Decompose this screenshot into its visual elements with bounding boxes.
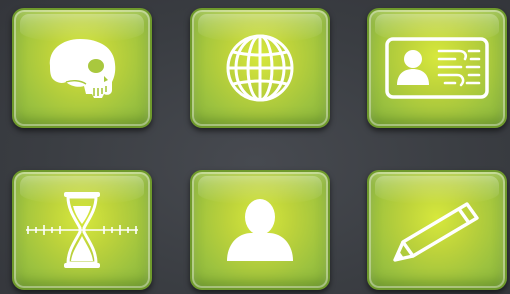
globe-icon	[226, 34, 294, 102]
id-card-tile-button[interactable]	[367, 8, 507, 128]
user-tile-button[interactable]	[190, 170, 330, 290]
skull-icon	[49, 39, 116, 98]
globe-tile-button[interactable]	[190, 8, 330, 128]
hourglass-ruler-icon	[26, 192, 138, 268]
icon-grid	[0, 0, 510, 294]
pencil-tile-button[interactable]	[367, 170, 507, 290]
id-card-icon	[385, 37, 489, 99]
hourglass-tile-button[interactable]	[12, 170, 152, 290]
user-icon	[227, 199, 293, 261]
skull-tile-button[interactable]	[12, 8, 152, 128]
pencil-icon	[393, 202, 479, 262]
